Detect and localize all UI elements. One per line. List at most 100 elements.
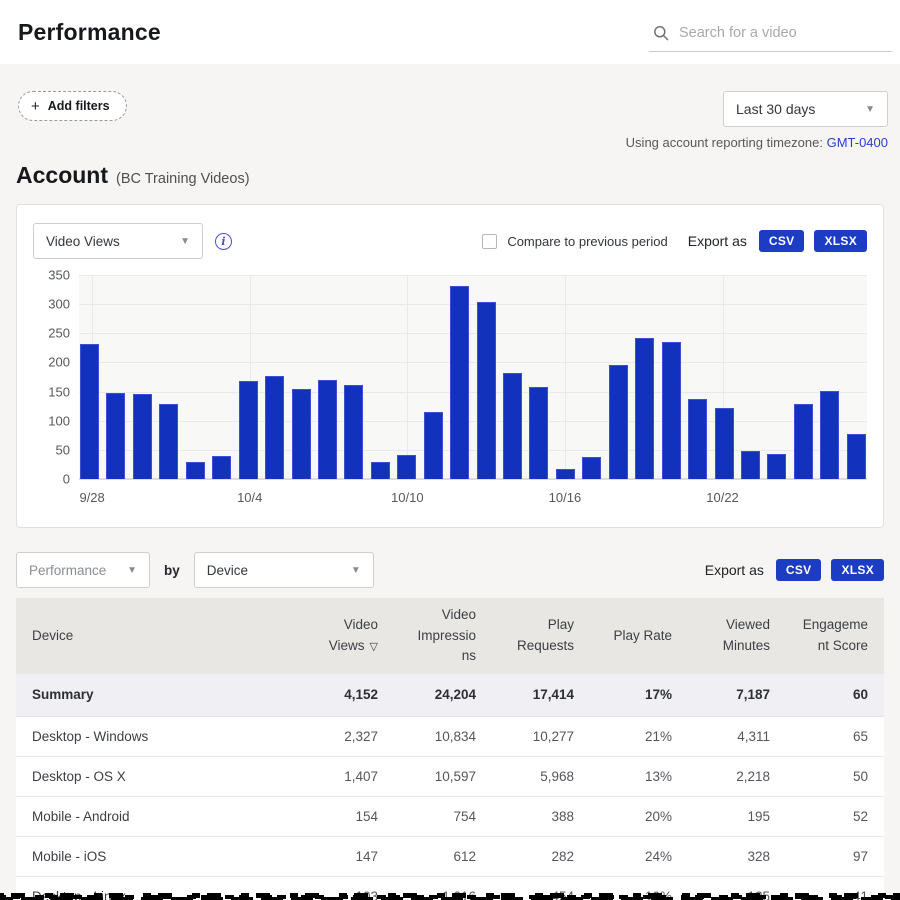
- chart-bar-10-13[interactable]: [477, 302, 496, 479]
- chart-plot: [79, 275, 867, 479]
- add-filters-button[interactable]: + Add filters: [18, 91, 127, 121]
- y-axis-tick-label: 50: [56, 442, 70, 457]
- info-icon[interactable]: i: [215, 233, 232, 250]
- metric-select[interactable]: Video Views ▼: [33, 223, 203, 259]
- value-cell: 13%: [590, 756, 688, 796]
- value-cell: 10,277: [492, 716, 590, 756]
- column-header-viewed-minutes: Viewed Minutes: [688, 598, 786, 674]
- value-cell: 20%: [590, 796, 688, 836]
- column-header-engagement-score: Engagement Score: [786, 598, 884, 674]
- column-header-play-rate: Play Rate: [590, 598, 688, 674]
- device-cell: Mobile - Android: [16, 796, 296, 836]
- chart-bar-10-27[interactable]: [847, 434, 866, 479]
- value-cell: 52: [786, 796, 884, 836]
- value-cell: 24%: [590, 836, 688, 876]
- value-cell: 17%: [590, 674, 688, 716]
- value-cell: 2,218: [688, 756, 786, 796]
- x-axis-tick-label: 9/28: [79, 490, 104, 505]
- account-subtitle: (BC Training Videos): [116, 171, 250, 187]
- date-range-value: Last 30 days: [736, 101, 815, 117]
- value-cell: 195: [688, 796, 786, 836]
- chart-bar-9-28[interactable]: [80, 344, 99, 479]
- table-export-csv-button[interactable]: CSV: [776, 559, 822, 581]
- page-title: Performance: [18, 19, 161, 46]
- chart-bar-10-24[interactable]: [767, 454, 786, 479]
- y-axis-tick-label: 300: [48, 297, 70, 312]
- by-label: by: [164, 563, 180, 578]
- export-as-label: Export as: [705, 562, 764, 578]
- export-csv-button[interactable]: CSV: [759, 230, 805, 252]
- chart-bar-10-15[interactable]: [529, 387, 548, 479]
- chart-bar-10-26[interactable]: [820, 391, 839, 479]
- search-input[interactable]: [679, 25, 888, 41]
- column-header-play-requests: Play Requests: [492, 598, 590, 674]
- group-by-select[interactable]: Device ▼: [194, 552, 374, 588]
- sort-descending-icon[interactable]: ▽: [366, 641, 378, 653]
- value-cell: 10,597: [394, 756, 492, 796]
- value-cell: 50: [786, 756, 884, 796]
- chart-bar-10-3[interactable]: [212, 456, 231, 479]
- chart-bar-10-20[interactable]: [662, 342, 681, 479]
- value-cell: 328: [688, 836, 786, 876]
- timezone-prefix: Using account reporting timezone:: [626, 135, 823, 150]
- value-cell: 5,968: [492, 756, 590, 796]
- y-axis-tick-label: 150: [48, 384, 70, 399]
- table-row: Mobile - iOS14761228224%32897: [16, 836, 884, 876]
- value-cell: 1,016: [394, 876, 492, 900]
- value-cell: 388: [492, 796, 590, 836]
- chart-bar-10-25[interactable]: [794, 404, 813, 479]
- chart-bar-9-29[interactable]: [106, 393, 125, 479]
- video-search[interactable]: [649, 19, 892, 52]
- compare-checkbox[interactable]: [482, 234, 497, 249]
- chart-bar-9-30[interactable]: [133, 394, 152, 479]
- search-icon: [653, 25, 669, 41]
- chart-bar-10-10[interactable]: [397, 455, 416, 479]
- chart-bar-10-7[interactable]: [318, 380, 337, 479]
- chart-bar-10-22[interactable]: [715, 408, 734, 479]
- column-header-video-impressions: Video Impressions: [394, 598, 492, 674]
- chart-bar-10-21[interactable]: [688, 399, 707, 479]
- chart-bar-10-12[interactable]: [450, 286, 469, 480]
- export-xlsx-button[interactable]: XLSX: [814, 230, 867, 252]
- chevron-down-icon: ▼: [351, 565, 361, 576]
- value-cell: 103: [296, 876, 394, 900]
- dimension-select[interactable]: Performance ▼: [16, 552, 150, 588]
- y-axis-tick-label: 250: [48, 326, 70, 341]
- chart-bar-10-23[interactable]: [741, 451, 760, 479]
- chart-bar-10-19[interactable]: [635, 338, 654, 479]
- add-filters-label: Add filters: [48, 99, 110, 113]
- metric-select-value: Video Views: [46, 234, 120, 249]
- value-cell: 41: [786, 876, 884, 900]
- chart-bar-10-4[interactable]: [239, 381, 258, 479]
- chart-x-axis: 9/2810/410/1010/1610/22: [79, 479, 867, 507]
- table-export-xlsx-button[interactable]: XLSX: [831, 559, 884, 581]
- timezone-link[interactable]: GMT-0400: [827, 135, 888, 150]
- x-axis-tick-label: 10/16: [549, 490, 582, 505]
- value-cell: 612: [394, 836, 492, 876]
- chart-bar-10-18[interactable]: [609, 365, 628, 479]
- value-cell: 4,152: [296, 674, 394, 716]
- value-cell: 65: [786, 716, 884, 756]
- device-cell: Summary: [16, 674, 296, 716]
- value-cell: 4,311: [688, 716, 786, 756]
- chart-bar-10-16[interactable]: [556, 469, 575, 479]
- chart-bar-10-2[interactable]: [186, 462, 205, 479]
- chevron-down-icon: ▼: [127, 565, 137, 576]
- device-cell: Mobile - iOS: [16, 836, 296, 876]
- date-range-select[interactable]: Last 30 days ▼: [723, 91, 888, 127]
- y-axis-tick-label: 100: [48, 413, 70, 428]
- chart-bar-10-17[interactable]: [582, 457, 601, 479]
- value-cell: 154: [296, 796, 394, 836]
- export-as-label: Export as: [688, 233, 747, 249]
- compare-label: Compare to previous period: [507, 234, 667, 249]
- chart-bar-10-14[interactable]: [503, 373, 522, 479]
- chart-bar-10-1[interactable]: [159, 404, 178, 479]
- y-axis-tick-label: 0: [63, 472, 70, 487]
- chart-bar-10-6[interactable]: [292, 389, 311, 479]
- column-header-video-views[interactable]: Video Views ▽: [296, 598, 394, 674]
- chart-bar-10-11[interactable]: [424, 412, 443, 479]
- chevron-down-icon: ▼: [865, 104, 875, 115]
- chart-bar-10-9[interactable]: [371, 462, 390, 479]
- chart-bar-10-8[interactable]: [344, 385, 363, 479]
- chart-bar-10-5[interactable]: [265, 376, 284, 479]
